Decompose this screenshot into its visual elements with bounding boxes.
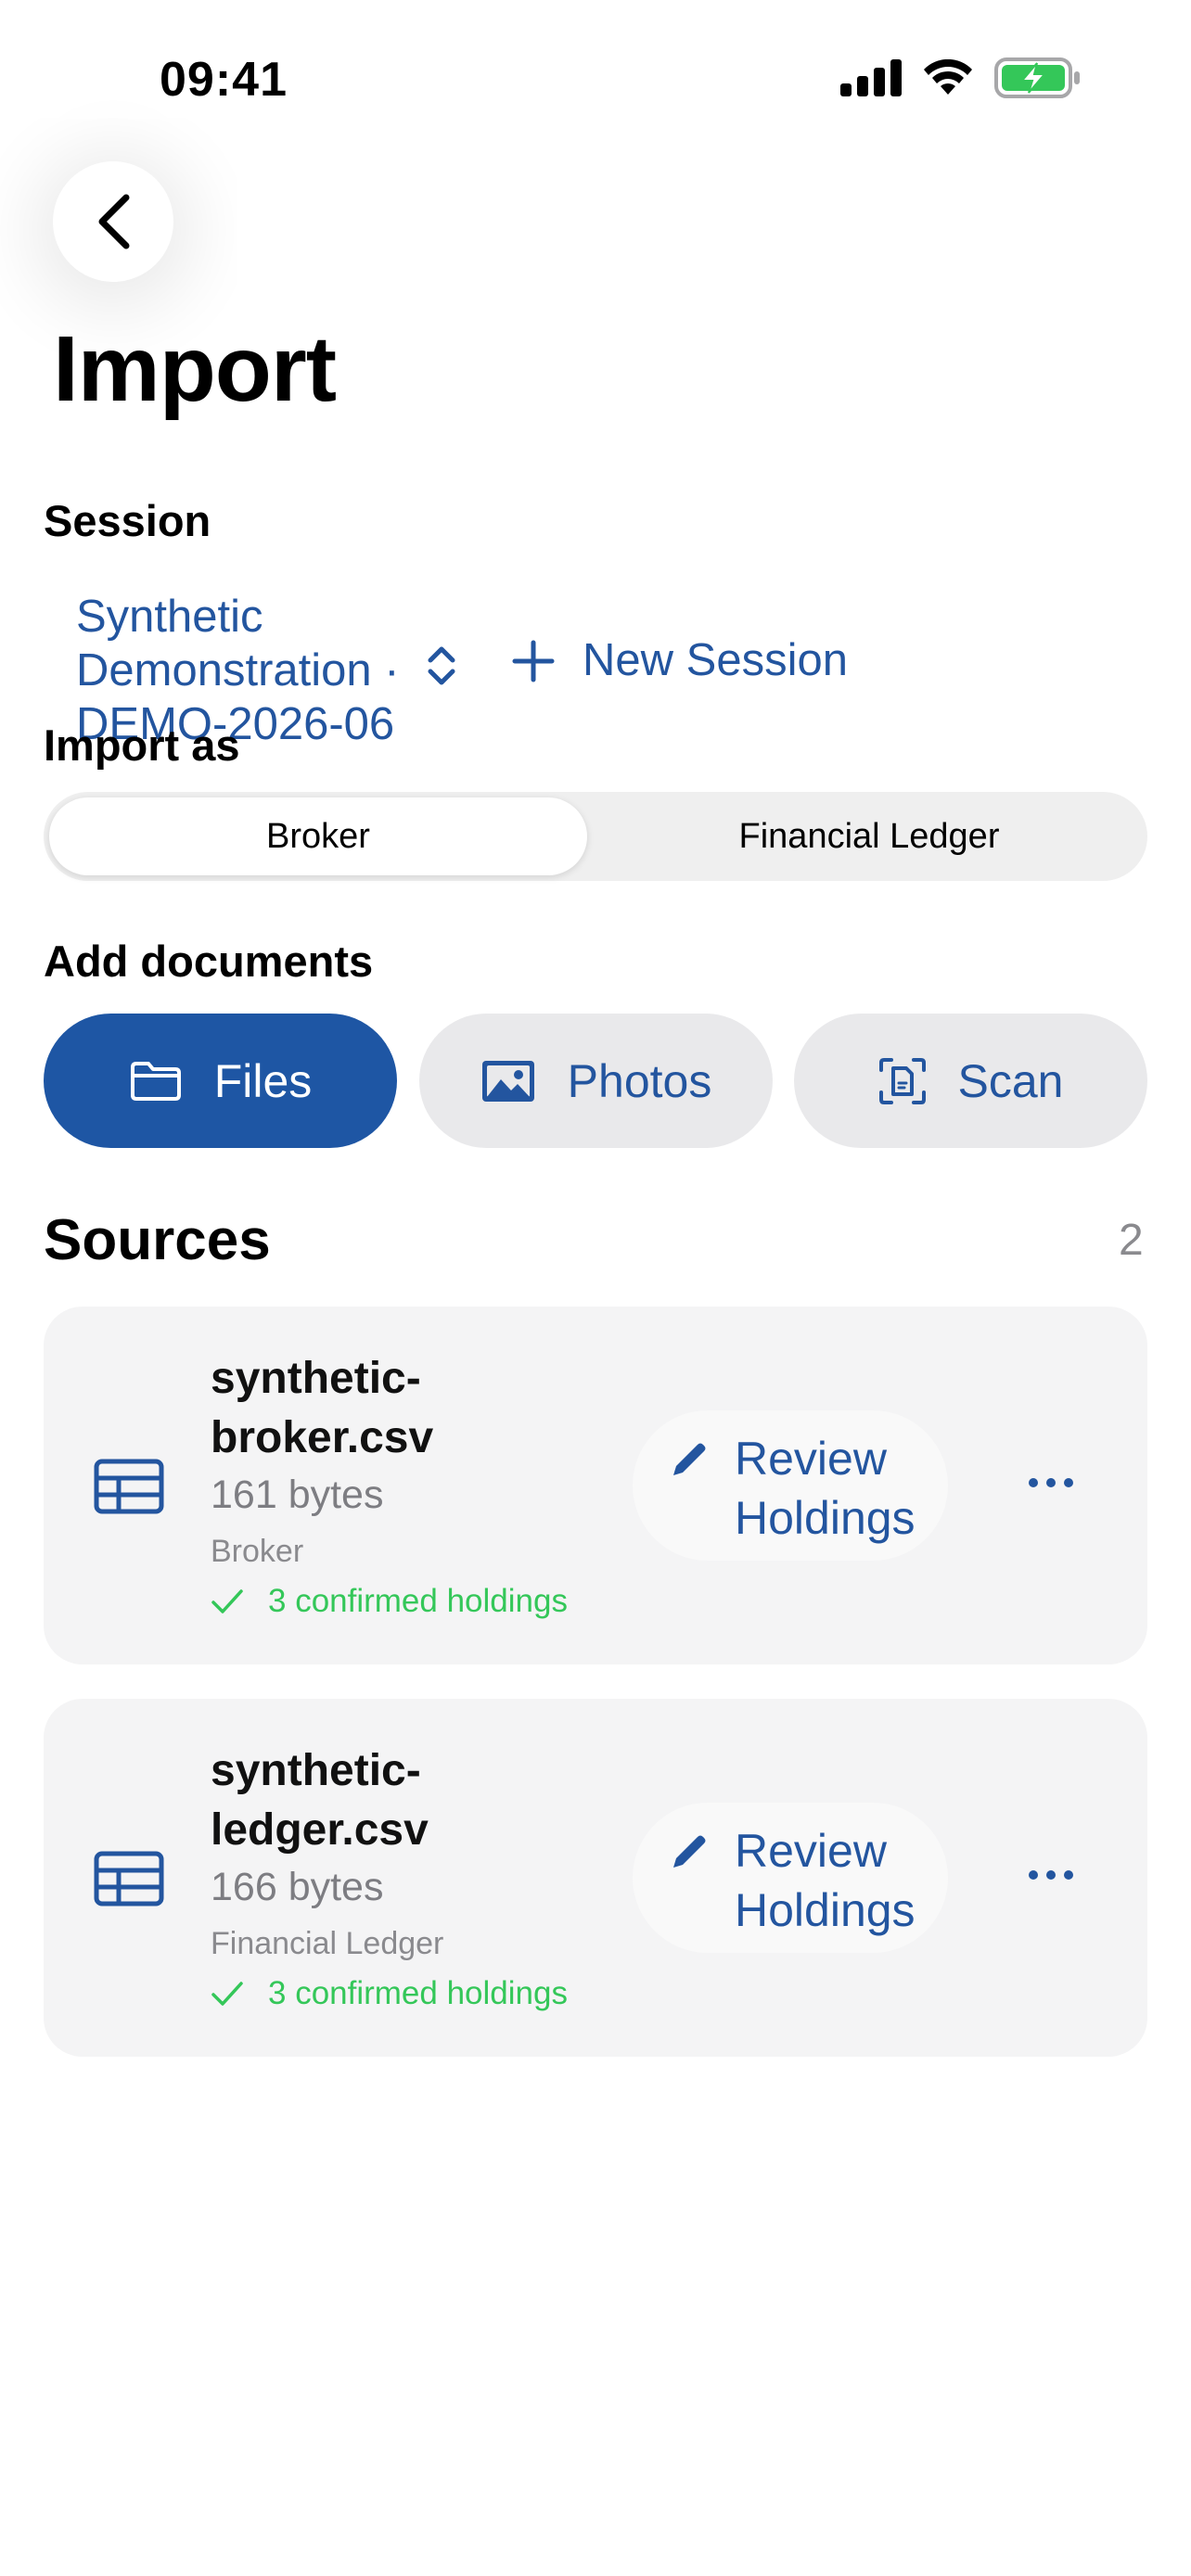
table-icon — [94, 1851, 164, 1906]
import-type-segmented-control: Broker Financial Ledger — [44, 792, 1147, 881]
more-options-button[interactable] — [1014, 1847, 1088, 1903]
plus-icon — [512, 640, 555, 682]
chevron-left-icon — [98, 194, 130, 249]
table-icon — [94, 1459, 164, 1514]
scan-button-label: Scan — [957, 1054, 1064, 1107]
source-card[interactable]: synthetic-ledger.csv 166 bytes Financial… — [44, 1699, 1147, 2057]
source-status-label: 3 confirmed holdings — [268, 1583, 568, 1619]
wifi-icon — [924, 59, 972, 95]
more-options-button[interactable] — [1014, 1455, 1088, 1511]
review-holdings-label: Review Holdings — [735, 1433, 916, 1544]
chevron-up-down-icon[interactable] — [423, 644, 460, 688]
sources-count: 2 — [1119, 1216, 1144, 1265]
segment-financial-ledger[interactable]: Financial Ledger — [596, 797, 1142, 875]
source-card[interactable]: synthetic-broker.csv 161 bytes Broker 3 … — [44, 1307, 1147, 1664]
back-button[interactable] — [53, 161, 173, 282]
cellular-signal-icon — [840, 59, 902, 96]
page-title: Import — [53, 317, 337, 421]
pencil-icon — [673, 1443, 706, 1475]
import-as-label: Import as — [44, 721, 240, 770]
source-status: 3 confirmed holdings — [211, 1585, 568, 1617]
files-button-label: Files — [213, 1054, 313, 1107]
pencil-icon — [673, 1835, 706, 1868]
status-time: 09:41 — [160, 53, 288, 107]
session-label: Session — [44, 496, 211, 545]
source-file-name: synthetic-broker.csv — [211, 1354, 434, 1462]
photo-icon — [481, 1060, 534, 1102]
source-status: 3 confirmed holdings — [211, 1977, 568, 2009]
status-icons — [840, 57, 1082, 98]
review-holdings-button[interactable]: Review Holdings — [633, 1410, 948, 1561]
review-holdings-label: Review Holdings — [735, 1825, 916, 1936]
files-button[interactable]: Files — [44, 1014, 397, 1148]
photos-button[interactable]: Photos — [419, 1014, 773, 1148]
folder-icon — [130, 1061, 181, 1101]
add-documents-label: Add documents — [44, 937, 374, 986]
source-file-size: 166 bytes — [211, 1865, 384, 1909]
scan-button[interactable]: Scan — [794, 1014, 1147, 1148]
document-scan-icon — [878, 1057, 926, 1104]
source-status-label: 3 confirmed holdings — [268, 1975, 568, 2011]
source-file-size: 161 bytes — [211, 1473, 384, 1517]
source-import-type: Financial Ledger — [211, 1926, 444, 1961]
source-file-name: synthetic-ledger.csv — [211, 1746, 429, 1855]
new-session-label: New Session — [583, 635, 848, 685]
new-session-button[interactable]: New Session — [512, 638, 848, 683]
review-holdings-button[interactable]: Review Holdings — [633, 1803, 948, 1953]
source-import-type: Broker — [211, 1534, 304, 1569]
ellipsis-icon — [1029, 1870, 1073, 1880]
segment-broker[interactable]: Broker — [49, 797, 587, 875]
photos-button-label: Photos — [567, 1054, 712, 1107]
checkmark-icon — [211, 1588, 243, 1613]
battery-charging-icon — [994, 57, 1080, 98]
ellipsis-icon — [1029, 1478, 1073, 1487]
checkmark-icon — [211, 1981, 243, 2006]
sources-title: Sources — [44, 1208, 271, 1272]
